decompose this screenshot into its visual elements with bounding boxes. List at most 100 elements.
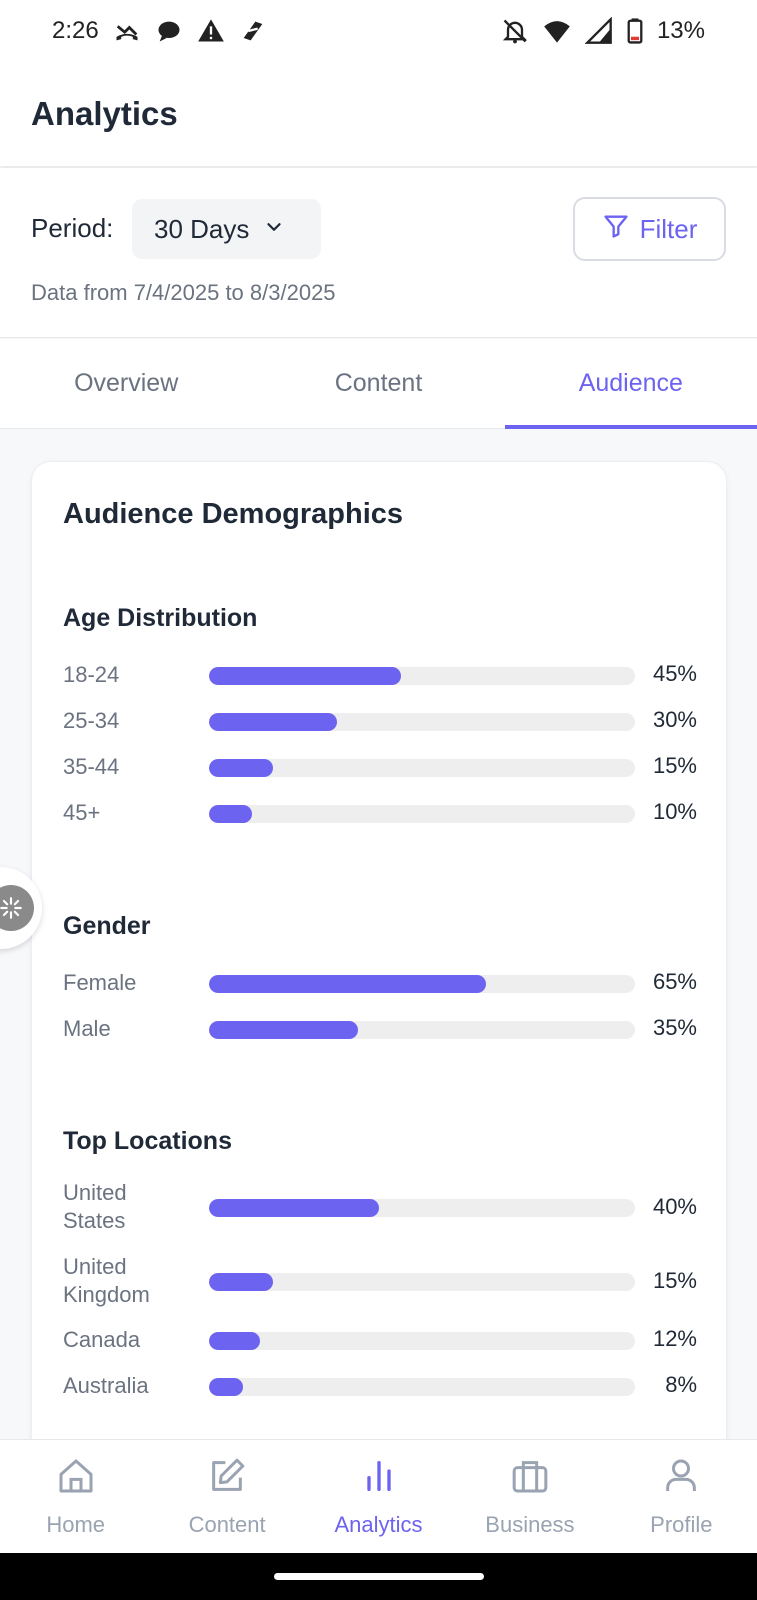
row-value: 8% xyxy=(665,1372,697,1397)
nav-label: Analytics xyxy=(334,1511,423,1537)
row-label: 18-24 xyxy=(63,662,120,687)
bar-track xyxy=(209,1273,635,1291)
row-label: Australia xyxy=(63,1373,149,1398)
tab-audience[interactable]: Audience xyxy=(504,339,757,429)
list-item: Female 65% xyxy=(63,969,728,999)
row-value: 15% xyxy=(652,1268,697,1293)
edit-icon xyxy=(207,1456,247,1502)
list-item: Male 35% xyxy=(63,1015,728,1045)
bar-fill xyxy=(209,805,252,823)
row-label: Male xyxy=(63,1016,111,1041)
missed-call-icon xyxy=(113,17,141,45)
row-label: United States xyxy=(63,1180,127,1233)
bar-track xyxy=(209,805,635,823)
bar-track xyxy=(209,667,635,685)
audience-demographics-card: Audience Demographics Age Distribution 1… xyxy=(31,461,727,1461)
wifi-icon xyxy=(543,17,571,45)
row-label: 45+ xyxy=(63,800,101,825)
list-item: Australia 8% xyxy=(63,1372,728,1402)
list-item: 45+ 10% xyxy=(63,799,728,829)
card-title: Audience Demographics xyxy=(63,498,404,530)
row-label: 35-44 xyxy=(63,754,120,779)
bar-track xyxy=(209,975,635,993)
list-item: United Kingdom 15% xyxy=(63,1253,728,1311)
date-range-text: Data from 7/4/2025 to 8/3/2025 xyxy=(31,280,336,305)
nav-item-home[interactable]: Home xyxy=(0,1440,151,1553)
filter-label: Filter xyxy=(639,213,698,244)
row-value: 40% xyxy=(652,1194,697,1219)
notifications-off-icon xyxy=(501,17,529,45)
bar-track xyxy=(209,1199,635,1217)
nav-item-content[interactable]: Content xyxy=(151,1440,302,1553)
chat-icon xyxy=(155,17,183,45)
period-selected-value: 30 Days xyxy=(154,213,250,244)
row-label: Canada xyxy=(63,1327,141,1352)
row-label: 25-34 xyxy=(63,708,120,733)
bar-track xyxy=(209,1378,635,1396)
bar-track xyxy=(209,713,635,731)
bar-fill xyxy=(209,667,401,685)
row-value: 15% xyxy=(652,753,697,778)
home-icon xyxy=(56,1456,96,1502)
period-label: Period: xyxy=(31,213,114,243)
status-left: 2:26 xyxy=(52,17,267,45)
app-icon xyxy=(239,17,267,45)
bar-track xyxy=(209,1332,635,1350)
row-label: United Kingdom xyxy=(63,1254,150,1307)
bottom-nav: Home Content Analytics Business Profile xyxy=(0,1439,757,1553)
battery-percent: 13% xyxy=(656,17,705,44)
row-value: 30% xyxy=(652,707,697,732)
nav-item-profile[interactable]: Profile xyxy=(606,1440,757,1553)
battery-icon xyxy=(627,17,643,45)
user-icon xyxy=(661,1456,701,1502)
section-title-age: Age Distribution xyxy=(63,604,258,632)
tab-overview[interactable]: Overview xyxy=(0,339,252,428)
row-value: 12% xyxy=(652,1326,697,1351)
period-dropdown[interactable]: 30 Days xyxy=(132,199,321,259)
home-gesture-handle[interactable] xyxy=(274,1573,484,1580)
page-title: Analytics xyxy=(31,95,178,132)
bar-fill xyxy=(209,713,337,731)
row-value: 10% xyxy=(652,799,697,824)
bar-fill xyxy=(209,975,486,993)
system-gesture-bar xyxy=(0,1553,757,1600)
row-value: 45% xyxy=(652,661,697,686)
row-label: Female xyxy=(63,970,137,995)
tab-content[interactable]: Content xyxy=(252,339,504,428)
list-item: Canada 12% xyxy=(63,1326,728,1356)
app-header: Analytics xyxy=(0,62,757,166)
bar-track xyxy=(209,759,635,777)
status-time: 2:26 xyxy=(52,17,99,44)
bar-fill xyxy=(209,759,273,777)
row-value: 65% xyxy=(652,969,697,994)
row-value: 35% xyxy=(652,1015,697,1040)
bar-fill xyxy=(209,1199,380,1217)
tab-bar: Overview Content Audience xyxy=(0,339,757,429)
filter-icon xyxy=(602,212,630,247)
bar-fill xyxy=(209,1378,244,1396)
sparkle-icon xyxy=(0,885,34,931)
briefcase-icon xyxy=(510,1456,550,1502)
nav-item-analytics[interactable]: Analytics xyxy=(303,1440,454,1553)
filter-button[interactable]: Filter xyxy=(573,197,726,261)
list-item: United States 40% xyxy=(63,1179,728,1237)
nav-label: Profile xyxy=(650,1511,713,1537)
list-item: 35-44 15% xyxy=(63,753,728,783)
bar-fill xyxy=(209,1273,273,1291)
bar-chart-icon xyxy=(359,1456,399,1502)
bar-track xyxy=(209,1021,635,1039)
section-title-locations: Top Locations xyxy=(63,1127,232,1155)
status-right: 13% xyxy=(501,17,705,45)
bar-fill xyxy=(209,1021,359,1039)
section-title-gender: Gender xyxy=(63,912,151,940)
nav-label: Business xyxy=(485,1511,575,1537)
chevron-down-icon xyxy=(263,214,285,245)
list-item: 25-34 30% xyxy=(63,707,728,737)
period-section: Period: 30 Days Filter Data from 7/4/202… xyxy=(0,168,757,338)
signal-icon xyxy=(584,17,613,45)
bar-fill xyxy=(209,1332,261,1350)
warning-icon xyxy=(197,17,225,45)
nav-item-business[interactable]: Business xyxy=(454,1440,605,1553)
list-item: 18-24 45% xyxy=(63,661,728,691)
nav-label: Content xyxy=(188,1511,266,1537)
